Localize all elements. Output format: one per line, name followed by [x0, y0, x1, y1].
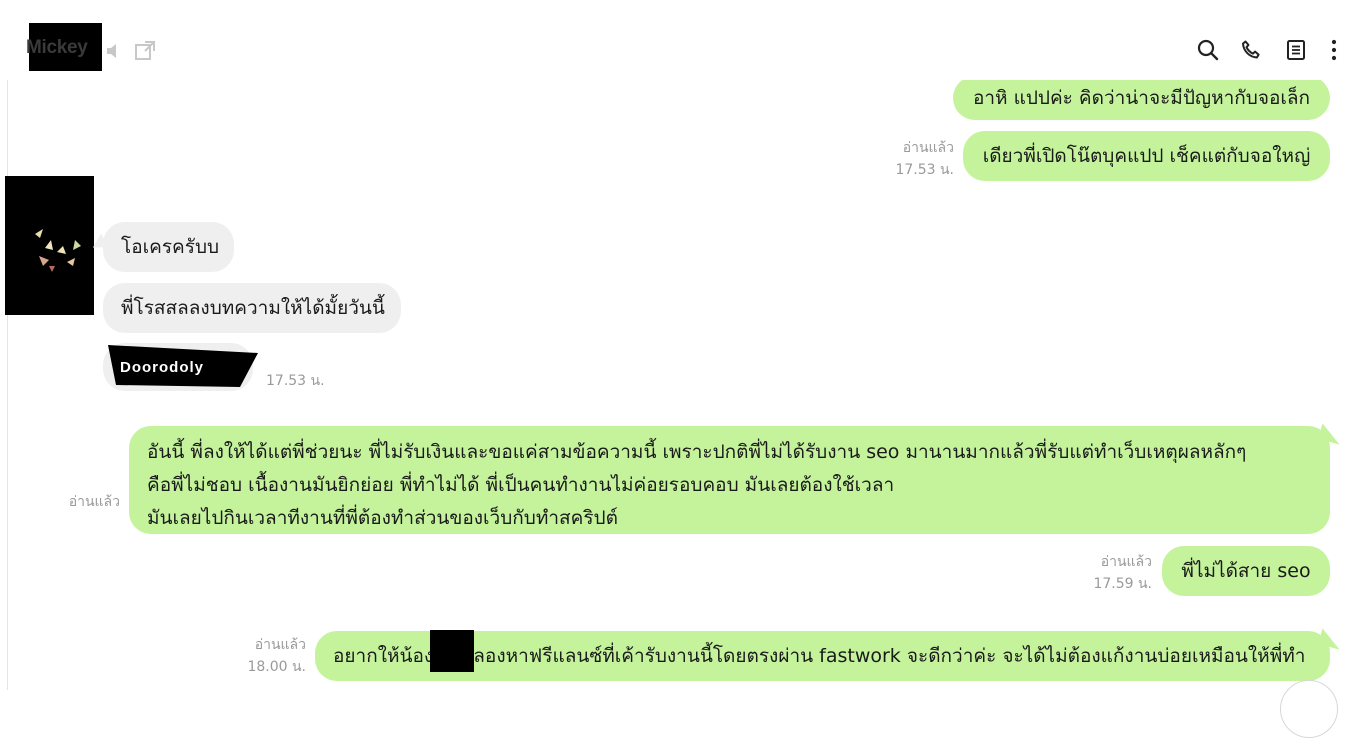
- read-status: อ่านแล้ว: [902, 140, 954, 156]
- message-bubble-incoming[interactable]: โอเครครับบ: [103, 222, 234, 272]
- message-text: เดียวพี่เปิดโน๊ตบุคแปป เช็คแต่กับจอใหญ่: [982, 145, 1311, 167]
- message-meta: อ่านแล้ว 17.59 น.: [1066, 551, 1152, 595]
- message-line: คือพี่ไม่ชอบ เนื้องานมันยิกย่อย พี่ทำไม่…: [147, 474, 895, 496]
- message-bubble-incoming[interactable]: พี่โรสสลลงบทความให้ได้มั้ยวันนี้: [103, 283, 401, 333]
- message-meta: อ่านแล้ว 18.00 น.: [220, 634, 306, 678]
- message-bubble-outgoing[interactable]: พี่ไม่ได้สาย seo: [1162, 546, 1330, 596]
- message-text: พี่ไม่ได้สาย seo: [1181, 560, 1311, 582]
- scroll-down-button[interactable]: [1280, 680, 1338, 738]
- search-icon[interactable]: [1196, 38, 1220, 62]
- message-text: พี่โรสสลลงบทความให้ได้มั้ยวันนี้: [121, 297, 385, 319]
- read-status: อ่านแล้ว: [1100, 554, 1152, 570]
- contact-name[interactable]: Mickey: [26, 37, 88, 59]
- message-text: โอเครครับบ: [121, 236, 220, 258]
- timestamp: 17.59 น.: [1093, 576, 1152, 592]
- more-vertical-icon[interactable]: [1322, 38, 1346, 62]
- name-redaction: [430, 630, 474, 672]
- message-bubble-outgoing[interactable]: อาหิ แปปค่ะ คิดว่าน่าจะมีปัญหากับจอเล็ก: [953, 76, 1330, 120]
- message-text: อยากให้น้องก้อย ลองหาฟรีแลนซ์ที่เค้ารับง…: [333, 645, 1306, 667]
- avatar[interactable]: [5, 176, 94, 315]
- phone-icon[interactable]: [1239, 38, 1263, 62]
- sticker-image[interactable]: Doorodoly: [108, 345, 258, 389]
- message-bubble-outgoing[interactable]: เดียวพี่เปิดโน๊ตบุคแปป เช็คแต่กับจอใหญ่: [963, 131, 1330, 181]
- read-status: อ่านแล้ว: [254, 637, 306, 653]
- timestamp: 17.53 น.: [266, 373, 325, 389]
- mute-icon[interactable]: [104, 39, 124, 59]
- read-status: อ่านแล้ว: [68, 494, 120, 510]
- left-divider: [7, 0, 8, 690]
- timestamp: 18.00 น.: [247, 659, 306, 675]
- timestamp: 17.53 น.: [895, 162, 954, 178]
- external-window-icon[interactable]: [133, 39, 155, 60]
- notes-icon[interactable]: [1284, 38, 1308, 62]
- message-meta: อ่านแล้ว 17.53 น.: [870, 137, 954, 181]
- message-line: มันเลยไปกินเวลาทีงานที่พี่ต้องทำส่วนของเ…: [147, 507, 618, 529]
- message-text: อาหิ แปปค่ะ คิดว่าน่าจะมีปัญหากับจอเล็ก: [972, 87, 1311, 109]
- message-line: อันนี้ พี่ลงให้ได้แต่พี่ช่วยนะ พี่ไม่รับ…: [147, 441, 1247, 463]
- message-bubble-outgoing[interactable]: อันนี้ พี่ลงให้ได้แต่พี่ช่วยนะ พี่ไม่รับ…: [129, 426, 1330, 534]
- sticker-text: Doorodoly: [120, 359, 204, 376]
- chat-header: Mickey: [0, 0, 1347, 80]
